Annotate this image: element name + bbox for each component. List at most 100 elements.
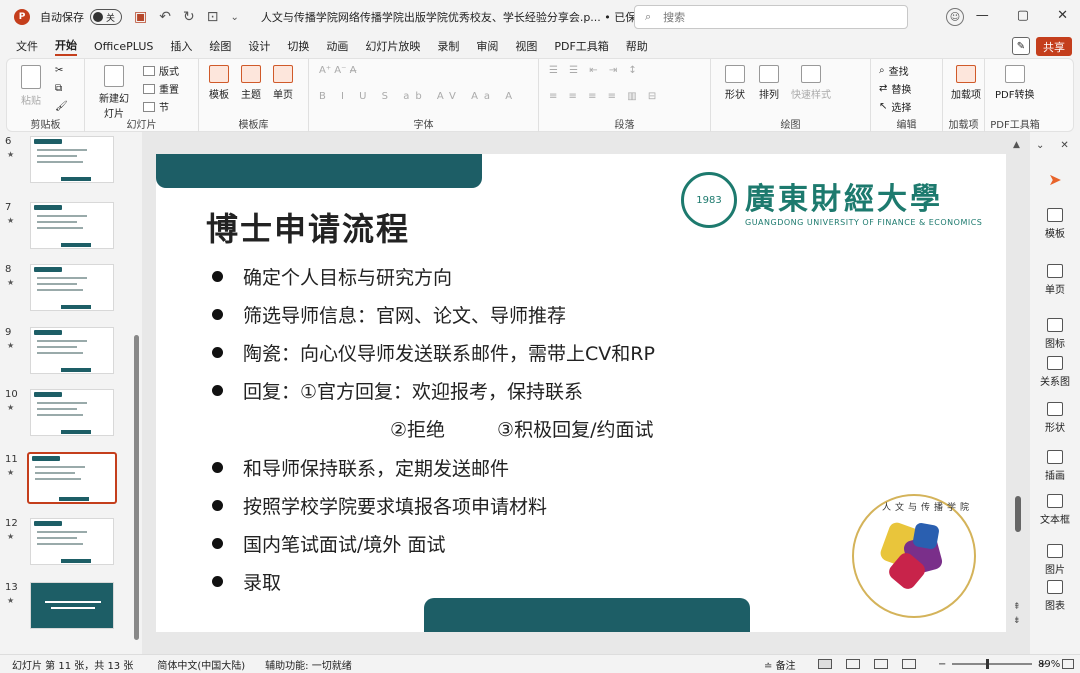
collapse-chevron-icon[interactable]: ⌄ xyxy=(1036,140,1044,151)
panel-relationship-button[interactable]: 关系图 xyxy=(1030,356,1080,388)
icons-icon xyxy=(1047,318,1063,332)
arrange-button[interactable]: 排列 xyxy=(759,65,779,101)
present-icon[interactable]: ⊡ xyxy=(207,9,219,25)
cut-icon[interactable]: ✂ xyxy=(55,65,63,76)
share-button[interactable]: 共享 xyxy=(1036,37,1072,56)
menu-item-12[interactable]: PDF工具箱 xyxy=(554,38,608,54)
redo-icon[interactable]: ↻ xyxy=(183,9,195,25)
notes-button[interactable]: ≐ 备注 xyxy=(764,657,796,672)
addins-group: 加载项 加载项 xyxy=(943,59,985,133)
school-seal-logo: 人文与传播学院 xyxy=(852,494,976,618)
menu-item-3[interactable]: 插入 xyxy=(170,38,192,54)
menu-item-7[interactable]: 动画 xyxy=(326,38,348,54)
menu-item-8[interactable]: 幻灯片放映 xyxy=(365,38,420,54)
format-painter-icon[interactable]: 🖌 xyxy=(55,101,68,112)
menu-item-6[interactable]: 切换 xyxy=(287,38,309,54)
menu-item-5[interactable]: 设计 xyxy=(248,38,270,54)
addin-button[interactable]: 加载项 xyxy=(951,65,981,101)
slide-top-bar xyxy=(156,154,482,188)
panel-illustration-button[interactable]: 插画 xyxy=(1030,450,1080,482)
new-slide-button[interactable]: 新建幻灯片 xyxy=(99,65,129,120)
zoom-level[interactable]: 89% xyxy=(1038,659,1060,670)
reading-view-icon[interactable] xyxy=(874,659,888,669)
section-button[interactable]: 节 xyxy=(143,99,169,114)
list-buttons[interactable]: ☰ ☰ ⇤ ⇥ ↕ xyxy=(549,65,641,76)
thumbnails-scrollbar[interactable] xyxy=(134,335,139,640)
panel-template-button[interactable]: 模板 xyxy=(1030,208,1080,240)
slide-bottom-bar xyxy=(424,598,750,632)
menu-item-9[interactable]: 录制 xyxy=(437,38,459,54)
menu-item-1[interactable]: 开始 xyxy=(55,37,77,56)
layout-button[interactable]: 版式 xyxy=(143,63,179,78)
template-group: 模板 主题 单页 模板库 xyxy=(199,59,309,133)
customize-qat-icon[interactable]: ⌄ xyxy=(230,12,238,23)
find-button[interactable]: ⌕ 查找 xyxy=(879,63,909,78)
prev-slide-icon: ⇞ xyxy=(1013,602,1021,612)
slide-thumbnail[interactable] xyxy=(30,202,114,249)
animation-star-icon: ★ xyxy=(7,532,15,541)
slide-thumbnail[interactable] xyxy=(30,582,114,629)
panel-textbox-button[interactable]: 文本框 xyxy=(1030,494,1080,526)
slides-group: 新建幻灯片 版式 重置 节 幻灯片 xyxy=(85,59,199,133)
slide-vertical-scrollbar[interactable]: ▲ ⇞ ⇟ xyxy=(1012,140,1024,640)
shape-button[interactable]: 形状 xyxy=(725,65,745,101)
pdf-convert-button[interactable]: PDF转换 xyxy=(995,65,1034,101)
maximize-icon[interactable]: ▢ xyxy=(1017,8,1029,23)
comment-button[interactable]: ✎ xyxy=(1012,37,1030,55)
accessibility-status[interactable]: 辅助功能: 一切就绪 xyxy=(265,657,352,672)
panel-icons-button[interactable]: 图标 xyxy=(1030,318,1080,350)
font-format-buttons[interactable]: B I U S ab AV Aa A xyxy=(319,91,518,102)
template-button[interactable]: 模板 xyxy=(209,65,229,101)
animation-star-icon: ★ xyxy=(7,341,15,350)
menu-item-4[interactable]: 绘图 xyxy=(209,38,231,54)
slide-thumbnail[interactable] xyxy=(30,327,114,374)
paste-button[interactable]: 粘贴 xyxy=(21,65,41,107)
save-icon[interactable]: ▣ xyxy=(134,9,147,25)
theme-button[interactable]: 主题 xyxy=(241,65,261,101)
font-group: A⁺ A⁻ A̶ B I U S ab AV Aa A 字体 xyxy=(309,59,539,133)
slide-thumbnail[interactable] xyxy=(30,264,114,311)
autosave-toggle[interactable]: 关 xyxy=(90,9,122,25)
ribbon: 粘贴 ✂ ⧉ 🖌 剪贴板 新建幻灯片 版式 重置 节 幻灯片 模板 主题 单页 … xyxy=(6,58,1074,133)
minimize-icon[interactable]: — xyxy=(976,8,989,23)
current-slide[interactable]: 1983 廣東財經大學 GUANGDONG UNIVERSITY OF FINA… xyxy=(156,154,1006,632)
close-panel-icon[interactable]: ✕ xyxy=(1060,140,1068,151)
panel-single-page-button[interactable]: 单页 xyxy=(1030,264,1080,296)
reset-button[interactable]: 重置 xyxy=(143,81,179,96)
search-input[interactable]: ⌕ 搜索 xyxy=(634,5,908,29)
office-plus-icon[interactable]: ➤ xyxy=(1030,170,1080,189)
undo-icon[interactable]: ↶ xyxy=(159,9,171,25)
copy-icon[interactable]: ⧉ xyxy=(55,83,62,94)
account-icon[interactable]: ☺ xyxy=(946,8,964,26)
fit-slide-icon[interactable] xyxy=(1062,659,1074,669)
align-buttons[interactable]: ≡ ≡ ≡ ≡ ▥ ⊟ xyxy=(549,91,660,102)
document-title[interactable]: 人文与传播学院网络传播学院出版学院优秀校友、学长经验分享会.p... • 已保存… xyxy=(261,9,641,25)
slide-thumbnail[interactable] xyxy=(30,389,114,436)
normal-view-icon[interactable] xyxy=(818,659,832,669)
animation-star-icon: ★ xyxy=(7,403,15,412)
panel-chart-button[interactable]: 图表 xyxy=(1030,580,1080,612)
replace-button[interactable]: ⇄ 替换 xyxy=(879,81,911,96)
font-size-controls[interactable]: A⁺ A⁻ A̶ xyxy=(319,65,356,76)
menu-item-10[interactable]: 审阅 xyxy=(476,38,498,54)
close-icon[interactable]: ✕ xyxy=(1057,8,1068,23)
quick-style-button[interactable]: 快速样式 xyxy=(791,65,831,101)
next-slide-icon: ⇟ xyxy=(1013,616,1021,626)
single-page-button[interactable]: 单页 xyxy=(273,65,293,101)
select-button[interactable]: ↖ 选择 xyxy=(879,99,911,114)
menu-item-13[interactable]: 帮助 xyxy=(626,38,648,54)
panel-picture-button[interactable]: 图片 xyxy=(1030,544,1080,576)
zoom-slider[interactable]: − + xyxy=(938,659,1047,670)
animation-star-icon: ★ xyxy=(7,278,15,287)
menu-item-0[interactable]: 文件 xyxy=(16,38,38,54)
slideshow-icon[interactable] xyxy=(902,659,916,669)
slide-thumbnail[interactable] xyxy=(30,136,114,183)
bullet-item: 回复：①官方回复：欢迎报考，保持联系 xyxy=(212,372,705,410)
language-status[interactable]: 简体中文(中国大陆) xyxy=(157,657,245,672)
slide-thumbnail[interactable] xyxy=(30,518,114,565)
slide-sorter-icon[interactable] xyxy=(846,659,860,669)
slide-thumbnail[interactable] xyxy=(27,452,117,504)
menu-item-2[interactable]: OfficePLUS xyxy=(94,40,153,53)
panel-shape-button[interactable]: 形状 xyxy=(1030,402,1080,434)
menu-item-11[interactable]: 视图 xyxy=(515,38,537,54)
